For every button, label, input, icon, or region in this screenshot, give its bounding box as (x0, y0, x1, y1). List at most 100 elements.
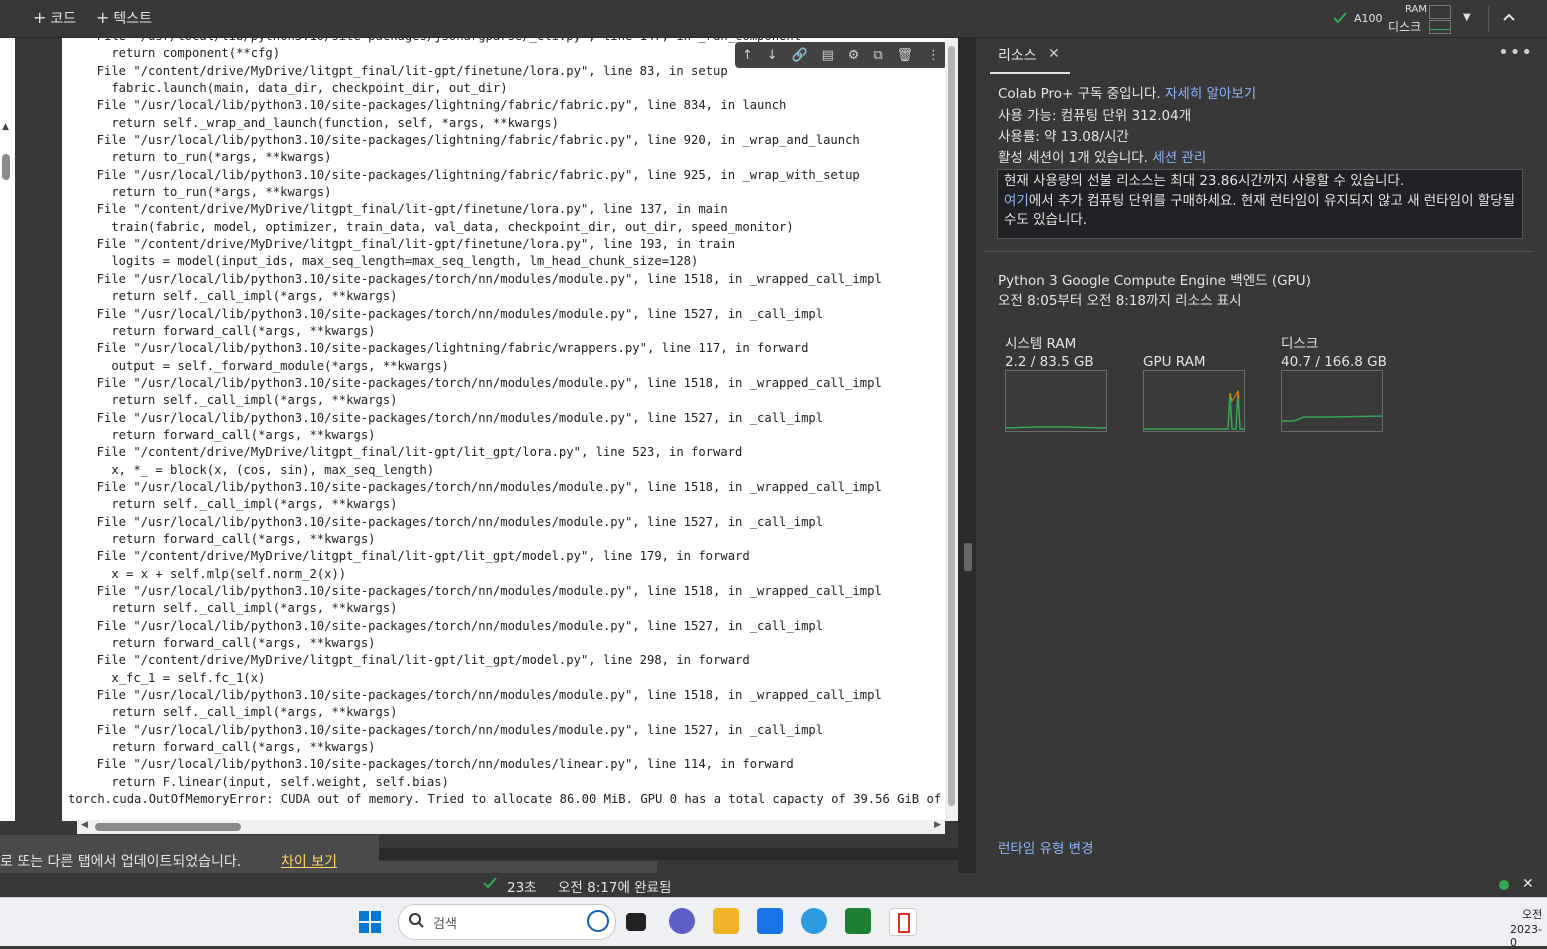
traceback-line: File "/content/drive/MyDrive/litgpt_fina… (82, 202, 728, 217)
search-icon (408, 912, 424, 932)
vertical-scroll-thumb[interactable] (948, 46, 955, 806)
close-icon[interactable]: ✕ (1048, 46, 1060, 62)
plus-icon: + (33, 8, 47, 27)
editor-left-scrollbar[interactable]: ▲ (0, 38, 15, 821)
purchase-here-link[interactable]: 여기 (1004, 193, 1029, 209)
comment-icon[interactable]: ▤ (822, 48, 834, 63)
clock-time[interactable]: 오전 (1522, 906, 1542, 922)
traceback-line: return self._call_impl(*args, **kwargs) (82, 289, 398, 304)
settings-gear-icon[interactable]: ⚙ (848, 48, 860, 63)
view-diff-link[interactable]: 차이 보기 (281, 851, 337, 871)
cell-output: File "/usr/local/lib/python3.10/site-pac… (62, 38, 945, 821)
move-down-icon[interactable]: ↓ (767, 48, 778, 63)
traceback-line: x_fc_1 = self.fc_1(x) (82, 670, 266, 685)
system-ram-value: 2.2 / 83.5 GB (1005, 354, 1094, 370)
scroll-right-arrow-icon[interactable]: ▶ (934, 820, 941, 830)
manage-sessions-link[interactable]: 세션 관리 (1152, 150, 1206, 166)
traceback-line: return self._call_impl(*args, **kwargs) (82, 601, 398, 616)
os-taskbar: 검색 오전 2023-0 (0, 897, 1547, 949)
notice-line-2-text: 에서 추가 컴퓨팅 단위를 구매하세요. 현재 런타임이 유지되지 않고 새 런… (1004, 192, 1516, 229)
connected-check-icon (1332, 10, 1348, 29)
excel-icon[interactable] (845, 908, 871, 934)
add-text-button[interactable]: + 텍스트 (96, 8, 152, 28)
traceback-line: File "/usr/local/lib/python3.10/site-pac… (82, 584, 882, 598)
more-options-icon[interactable]: ••• (1498, 42, 1533, 63)
move-up-icon[interactable]: ↑ (742, 48, 753, 63)
traceback-line: x, *_ = block(x, (cos, sin), max_seq_len… (82, 462, 435, 477)
traceback-line: File "/usr/local/lib/python3.10/site-pac… (82, 98, 787, 113)
collapse-chevron-icon[interactable] (1502, 9, 1516, 28)
traceback-line: File "/usr/local/lib/python3.10/site-pac… (82, 757, 794, 772)
system-ram-metric: 시스템 RAM 2.2 / 83.5 GB (1005, 335, 1115, 432)
traceback-line: File "/usr/local/lib/python3.10/site-pac… (82, 133, 860, 148)
mirror-cell-icon[interactable]: ⧉ (873, 48, 882, 63)
traceback-line: File "/usr/local/lib/python3.10/site-pac… (82, 514, 824, 529)
traceback-line: File "/content/drive/MyDrive/litgpt_fina… (82, 445, 743, 460)
notification-text: 로 또는 다른 탭에서 업데이트되었습니다. (0, 854, 242, 870)
disk-meter[interactable] (1429, 20, 1451, 34)
connection-status-dot (1499, 880, 1509, 890)
traceback-line: File "/usr/local/lib/python3.10/site-pac… (82, 167, 860, 182)
teams-chat-icon[interactable] (669, 908, 695, 934)
traceback-line: torch.cuda.OutOfMemoryError: CUDA out of… (68, 792, 945, 807)
traceback-line: File "/usr/local/lib/python3.10/site-pac… (82, 341, 809, 356)
traceback-line: File "/usr/local/lib/python3.10/site-pac… (82, 375, 882, 390)
change-runtime-type-link[interactable]: 런타임 유형 변경 (998, 837, 1094, 857)
scroll-left-arrow-icon[interactable]: ◀ (81, 820, 88, 830)
taskbar-search[interactable]: 검색 (398, 904, 616, 940)
windows-start-icon[interactable] (359, 911, 381, 937)
task-view-icon[interactable] (626, 913, 646, 931)
active-sessions-text: 활성 세션이 1개 있습니다. (998, 150, 1148, 166)
traceback-line: return F.linear(input, self.weight, self… (82, 774, 449, 789)
disk-label: 디스크 (1281, 336, 1319, 352)
link-icon[interactable]: 🔗 (792, 48, 808, 63)
close-status-icon[interactable]: ✕ (1522, 876, 1534, 892)
traceback-line: return self._call_impl(*args, **kwargs) (82, 497, 398, 512)
tab-resources[interactable]: 리소스 (998, 45, 1037, 65)
bing-icon[interactable] (587, 910, 609, 932)
traceback-line: return self._call_impl(*args, **kwargs) (82, 393, 398, 408)
ms-store-icon[interactable] (757, 908, 783, 934)
gpu-ram-metric: GPU RAM (1143, 335, 1253, 432)
horizontal-scroll-thumb[interactable] (95, 823, 241, 831)
file-explorer-icon[interactable] (713, 908, 739, 934)
traceback-line: return forward_call(*args, **kwargs) (82, 740, 376, 755)
panel-divider (958, 38, 976, 873)
traceback-line: File "/usr/local/lib/python3.10/site-pac… (82, 306, 824, 321)
success-check-icon (483, 877, 497, 893)
output-vertical-scrollbar[interactable] (945, 38, 958, 821)
ram-indicator-label: RAM (1405, 4, 1428, 15)
ram-meter[interactable] (1429, 5, 1451, 19)
plus-icon: + (96, 8, 110, 27)
lower-scroll-track[interactable] (379, 848, 958, 873)
subscription-text: Colab Pro+ 구독 중입니다. (998, 86, 1161, 102)
clock-date[interactable]: 2023-0 (1510, 923, 1547, 949)
resize-handle[interactable] (964, 543, 972, 571)
traceback-output: File "/usr/local/lib/python3.10/site-pac… (68, 38, 945, 808)
traceback-line: logits = model(input_ids, max_seq_length… (82, 254, 699, 269)
system-ram-graph (1005, 370, 1107, 432)
gpu-type-label[interactable]: A100 (1354, 12, 1383, 25)
learn-more-link[interactable]: 자세히 알아보기 (1165, 86, 1256, 102)
add-code-button[interactable]: + 코드 (33, 8, 76, 28)
traceback-line: fabric.launch(main, data_dir, checkpoint… (82, 81, 508, 96)
active-tab-indicator (990, 72, 1070, 74)
runtime-dropdown-icon[interactable]: ▼ (1463, 12, 1471, 23)
traceback-line: File "/content/drive/MyDrive/litgpt_fina… (82, 549, 750, 564)
scroll-up-arrow-icon[interactable]: ▲ (2, 122, 9, 132)
traceback-line: return self._call_impl(*args, **kwargs) (82, 705, 398, 720)
snipping-tool-icon[interactable] (889, 908, 917, 936)
scroll-thumb[interactable] (2, 154, 10, 180)
edge-browser-icon[interactable] (801, 908, 827, 934)
traceback-line: File "/usr/local/lib/python3.10/site-pac… (82, 410, 824, 425)
add-text-label: 텍스트 (113, 11, 153, 27)
resources-panel: 리소스 ✕ ••• Colab Pro+ 구독 중입니다. 자세히 알아보기 사… (976, 38, 1547, 873)
add-code-label: 코드 (50, 11, 77, 27)
more-options-icon[interactable]: ⋮ (927, 48, 940, 63)
gpu-ram-graph (1143, 370, 1245, 432)
traceback-line: File "/usr/local/lib/python3.10/site-pac… (82, 618, 824, 633)
output-horizontal-scrollbar[interactable]: ◀ ▶ (77, 820, 945, 834)
traceback-line: File "/content/drive/MyDrive/litgpt_fina… (82, 653, 750, 668)
delete-icon[interactable]: 🗑 (897, 48, 914, 63)
time-range: 오전 8:05부터 오전 8:18까지 리소스 표시 (998, 293, 1242, 309)
